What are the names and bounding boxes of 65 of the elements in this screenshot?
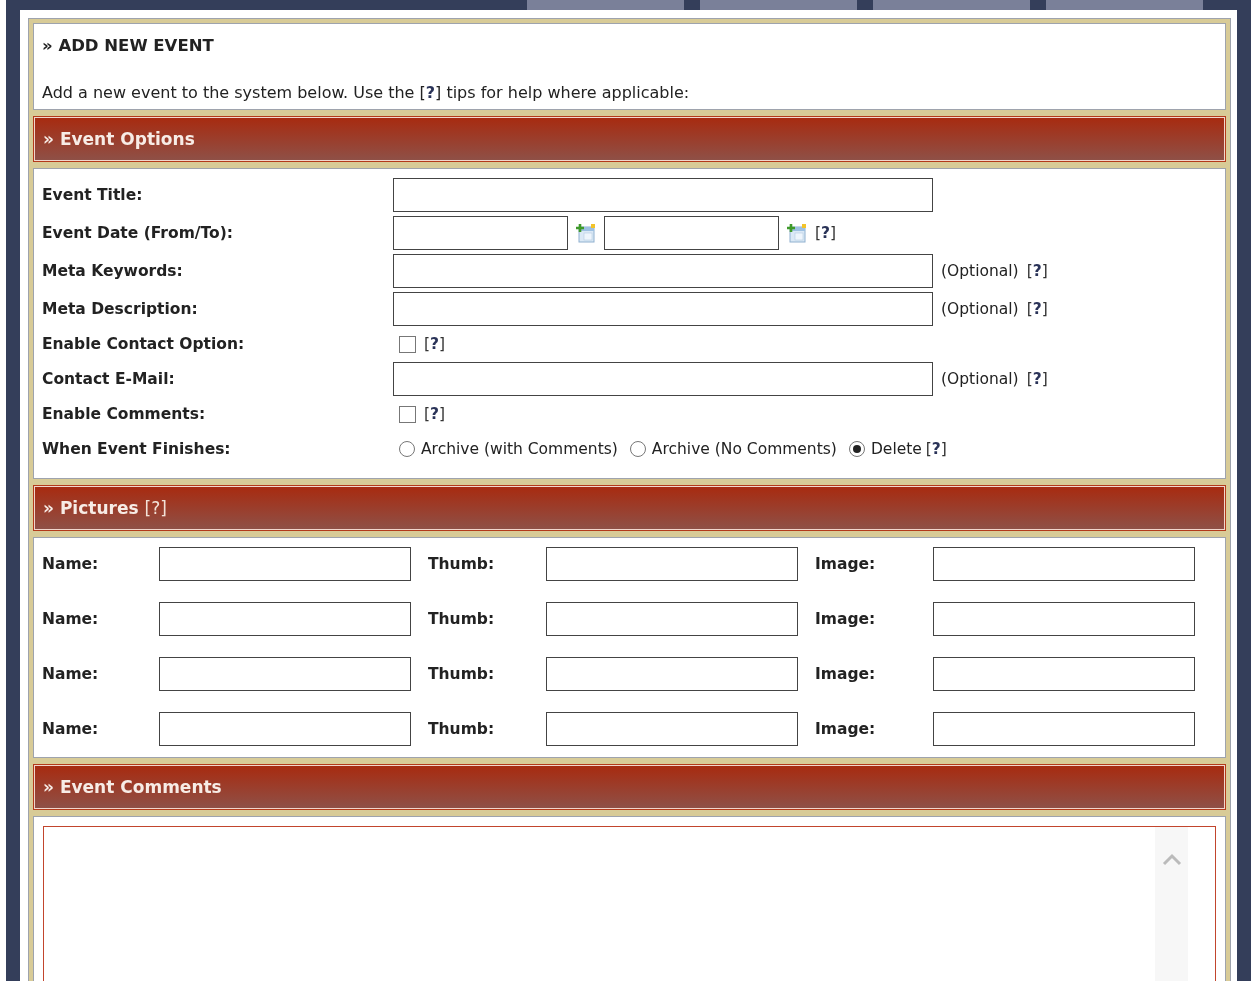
text-input-field[interactable] (546, 602, 798, 636)
field-label: Thumb: (428, 665, 496, 683)
text-input-field[interactable] (393, 216, 568, 250)
field-label: Event Title: (42, 186, 144, 204)
text-input-field[interactable] (159, 657, 411, 691)
calendar-add-icon[interactable] (576, 223, 596, 243)
radio-button[interactable] (399, 441, 415, 457)
optional-note: (Optional) (941, 262, 1019, 280)
text-input-field[interactable] (546, 547, 798, 581)
optional-note: (Optional) (941, 370, 1019, 388)
text-input-field[interactable] (159, 602, 411, 636)
field-label: Image: (815, 555, 877, 573)
checkbox[interactable] (399, 405, 416, 423)
field-label: Image: (815, 720, 877, 738)
field-label: When Event Finishes: (42, 440, 232, 458)
field-label: Meta Description: (42, 300, 199, 318)
section-heading: » ADD NEW EVENT (42, 36, 215, 55)
field-label: Thumb: (428, 610, 496, 628)
field-label: Name: (42, 610, 100, 628)
field-label: Name: (42, 665, 100, 683)
help-link[interactable]: [?] (1026, 262, 1048, 280)
help-link[interactable]: [?] (925, 440, 947, 458)
text-input-field[interactable] (933, 657, 1195, 691)
help-link[interactable]: [?] (815, 224, 837, 242)
text-input-field[interactable] (933, 602, 1195, 636)
field-label: Meta Keywords: (42, 262, 184, 280)
text-input-field[interactable] (393, 178, 933, 212)
text-input-field[interactable] (546, 657, 798, 691)
help-link[interactable]: [?] (424, 335, 446, 353)
section-title: » Pictures (43, 498, 139, 518)
help-link[interactable]: [?] (1026, 300, 1048, 318)
radio-button[interactable] (629, 441, 646, 457)
text-input-field[interactable] (159, 712, 411, 746)
help-link[interactable]: [?] (144, 498, 167, 518)
text-input-field[interactable] (546, 712, 798, 746)
field-label: Enable Contact Option: (42, 335, 246, 353)
checkbox[interactable] (399, 335, 416, 353)
field-label: Image: (815, 610, 877, 628)
calendar-add-icon[interactable] (787, 223, 807, 243)
scrollbar[interactable] (1155, 827, 1188, 981)
section-title: » Event Options (43, 129, 195, 149)
field-label: Enable Comments: (42, 405, 207, 423)
help-link[interactable]: [?] (424, 405, 446, 423)
field-label: Thumb: (428, 555, 496, 573)
field-label: Thumb: (428, 720, 496, 738)
radio-label: Archive (with Comments) (421, 440, 618, 458)
text-input-field[interactable] (393, 362, 933, 396)
section-title: » Event Comments (43, 777, 222, 797)
text-input-field[interactable] (604, 216, 779, 250)
text-input-field[interactable] (393, 254, 933, 288)
text-input-field[interactable] (933, 712, 1195, 746)
radio-button[interactable] (848, 441, 865, 457)
field-label: Image: (815, 665, 877, 683)
radio-label: Delete (870, 440, 922, 458)
radio-label: Archive (No Comments) (651, 440, 837, 458)
field-label: Name: (42, 720, 100, 738)
text-input-field[interactable] (933, 547, 1195, 581)
field-label: Name: (42, 555, 100, 573)
field-label: Event Date (From/To): (42, 224, 234, 242)
text-input-field[interactable] (159, 547, 411, 581)
text-input-field[interactable] (393, 292, 933, 326)
help-link[interactable]: [?] (1026, 370, 1048, 388)
intro-text: Add a new event to the system below. Use the [?] tips for help where applicable: (42, 83, 691, 102)
field-label: Contact E-Mail: (42, 370, 176, 388)
optional-note: (Optional) (941, 300, 1019, 318)
